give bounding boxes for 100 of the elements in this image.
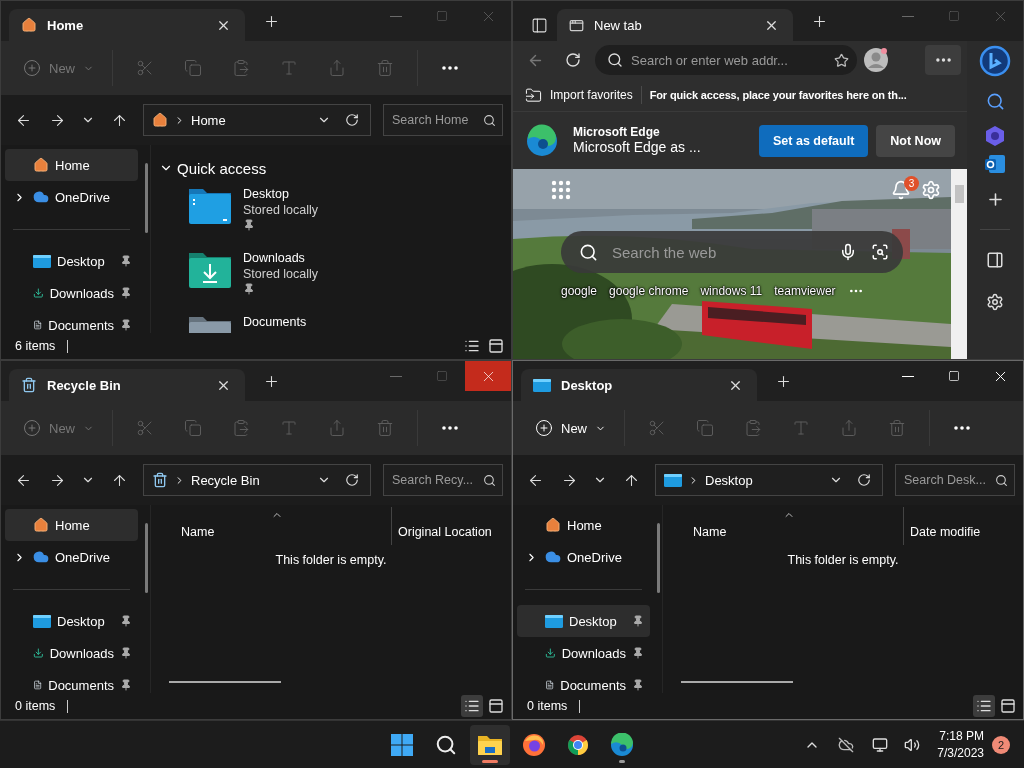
address-bar[interactable]: Recycle Bin <box>143 464 371 496</box>
search-icon <box>483 473 496 487</box>
web-search-field[interactable]: Search the web <box>561 231 903 273</box>
sidebar-item[interactable]: OneDrive <box>517 541 650 573</box>
sidebar-item[interactable]: Desktop <box>5 605 138 637</box>
address-input[interactable]: Search or enter web addr... <box>631 52 826 68</box>
sidebar-item[interactable]: Documents <box>5 669 138 693</box>
download-icon <box>33 645 44 661</box>
sidebar-item[interactable]: Home <box>517 509 650 541</box>
sidebar-item[interactable]: OneDrive <box>5 541 138 573</box>
clipboard-icon <box>744 419 762 437</box>
apps-grid-icon[interactable] <box>551 180 571 200</box>
address-field[interactable]: Search or enter web addr... <box>595 45 857 75</box>
trash-icon <box>376 59 394 77</box>
monitor-icon <box>545 614 563 628</box>
address-bar[interactable]: Desktop <box>655 464 883 496</box>
sidebar-item[interactable]: OneDrive <box>5 181 138 213</box>
import-favorites-button[interactable]: Import favorites <box>525 86 633 104</box>
maximize-icon <box>436 10 448 22</box>
notifications-icon[interactable] <box>891 180 911 200</box>
ellipsis-icon <box>442 426 458 430</box>
suggestion-link[interactable]: google <box>561 284 598 298</box>
sidebar-item[interactable]: Home <box>5 149 138 181</box>
clock[interactable]: 7:18 PM 7/3/2023 <box>937 727 984 762</box>
plus-circle-icon <box>535 419 553 437</box>
suggestion-link[interactable]: google chrome <box>609 284 689 298</box>
copy-icon <box>696 419 714 437</box>
settings-icon[interactable] <box>921 180 941 200</box>
document-icon <box>33 317 43 333</box>
tab[interactable]: New tab <box>557 9 793 41</box>
folder-detail: Stored locally <box>243 267 319 281</box>
microphone-icon[interactable] <box>839 243 857 261</box>
tab[interactable]: Desktop <box>521 369 757 401</box>
search-input[interactable]: Search Recy... <box>392 473 483 487</box>
folder-name: Downloads <box>243 251 306 265</box>
folder-icon <box>525 86 542 104</box>
chat-logo-icon[interactable] <box>979 45 1011 77</box>
more-button[interactable] <box>925 45 961 75</box>
notification-badge[interactable]: 2 <box>992 735 1010 754</box>
visual-search-icon[interactable] <box>871 243 889 261</box>
banner-button[interactable]: Not Now <box>876 124 955 157</box>
minimize-icon <box>390 15 402 17</box>
suggestion-link[interactable]: teamviewer <box>774 284 836 298</box>
sidebar-item[interactable]: Desktop <box>5 245 138 277</box>
search-field[interactable]: Search Recy... <box>383 464 503 496</box>
plus-circle-icon <box>23 59 41 77</box>
tab[interactable]: Recycle Bin <box>9 369 245 401</box>
mail-app-icon[interactable] <box>984 153 1006 175</box>
house-icon <box>33 157 49 173</box>
address-bar[interactable]: Home <box>143 104 371 136</box>
column-header[interactable]: Name <box>151 507 391 545</box>
list-icon <box>464 338 480 354</box>
taskbar-button[interactable] <box>470 724 510 765</box>
search-input[interactable]: Search the web <box>612 243 825 261</box>
sidebar-item[interactable]: Home <box>5 509 138 541</box>
search-input[interactable]: Search Home <box>392 113 483 127</box>
monitor-icon <box>533 378 551 392</box>
monitor-icon <box>33 254 51 268</box>
suggestion-link[interactable]: windows 11 <box>700 284 763 298</box>
rename-icon <box>280 419 298 437</box>
view-button[interactable] <box>973 695 995 717</box>
minimize-icon <box>390 375 402 377</box>
sidebar-item[interactable]: Downloads <box>517 637 650 669</box>
add-favorite-icon[interactable] <box>834 52 849 68</box>
search-icon <box>483 113 496 127</box>
column-header[interactable]: Original Location <box>391 507 492 545</box>
download-icon <box>545 645 556 661</box>
download-icon <box>33 285 44 301</box>
column-header[interactable]: Date modifie <box>903 507 981 545</box>
scrollbar <box>144 523 148 593</box>
tab[interactable]: Home <box>9 9 245 41</box>
folder-name: Desktop <box>243 187 290 201</box>
search-input[interactable]: Search Desk... <box>904 473 995 487</box>
search-field[interactable]: Search Home <box>383 104 503 136</box>
item-count: 0 items <box>527 699 568 713</box>
sidebar-item[interactable]: Documents <box>5 309 138 333</box>
pin-icon <box>120 647 132 659</box>
windows-icon <box>391 733 413 756</box>
sidebar-item[interactable]: Documents <box>517 669 650 693</box>
view-button[interactable] <box>461 695 483 717</box>
scrollbar <box>656 523 660 593</box>
list-icon <box>464 698 480 714</box>
sidebar-item[interactable]: Downloads <box>5 277 138 309</box>
refresh-icon <box>857 473 871 487</box>
search-field[interactable]: Search Desk... <box>895 464 1015 496</box>
sidebar-item[interactable]: Downloads <box>5 637 138 669</box>
sidebar-item[interactable]: Desktop <box>517 605 650 637</box>
avatar-icon[interactable] <box>863 47 889 73</box>
column-header[interactable]: Name <box>663 507 903 545</box>
search-icon <box>995 473 1008 487</box>
empty-message: This folder is empty. <box>274 553 388 567</box>
scissors-icon <box>136 59 154 77</box>
trash-icon <box>21 377 37 393</box>
search-icon <box>985 91 1005 111</box>
hexagon-app-icon[interactable] <box>984 125 1006 147</box>
browser-logo-icon <box>610 732 634 757</box>
new-button[interactable]: New <box>527 410 614 446</box>
banner-button[interactable]: Set as default <box>759 124 869 157</box>
plus-circle-icon <box>23 419 41 437</box>
copy-icon <box>184 59 202 77</box>
